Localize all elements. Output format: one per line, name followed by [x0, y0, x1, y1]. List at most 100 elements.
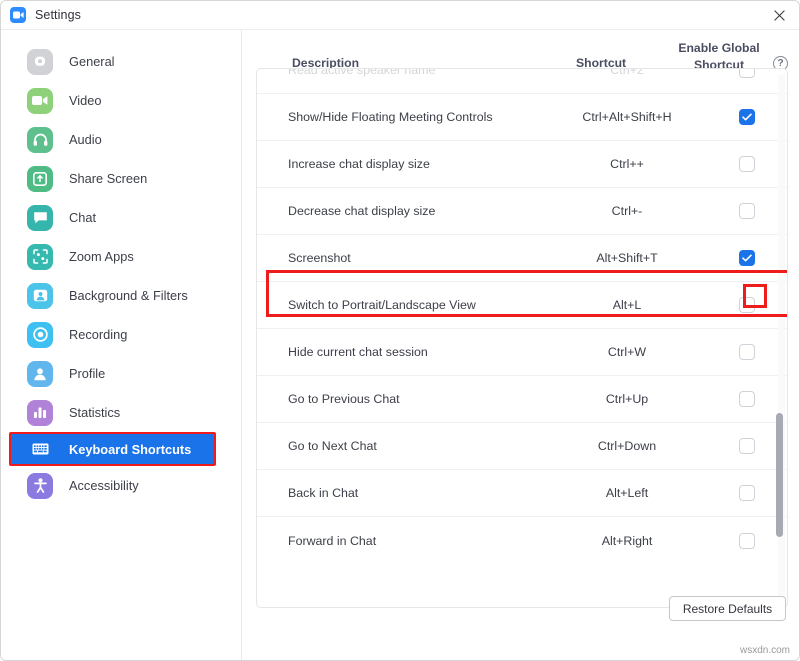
- record-icon: [27, 322, 53, 348]
- zoom-video-icon: [10, 7, 26, 23]
- shortcut-keys: Ctrl+Alt+Shift+H: [547, 110, 707, 124]
- shortcut-keys: Alt+Left: [547, 486, 707, 500]
- shortcut-description: Increase chat display size: [288, 157, 430, 171]
- enable-global-shortcut-cell: [734, 109, 760, 125]
- sidebar-item-statistics[interactable]: Statistics: [9, 393, 233, 432]
- keyboard-shortcuts-panel: Description Shortcut Enable Global Short…: [242, 30, 800, 661]
- keyboard-icon: [27, 436, 53, 462]
- scrollbar-thumb[interactable]: [776, 413, 783, 537]
- shortcut-keys: Alt+Shift+T: [547, 251, 707, 265]
- checkbox-unchecked-icon[interactable]: [739, 344, 755, 360]
- shortcut-keys: Ctrl+Up: [547, 392, 707, 406]
- apps-icon: [27, 244, 53, 270]
- table-row[interactable]: Show/Hide Floating Meeting Controls Ctrl+…: [257, 94, 788, 141]
- enable-global-shortcut-cell: [734, 533, 760, 549]
- checkbox-unchecked-icon[interactable]: [739, 68, 755, 78]
- sidebar-item-label: Accessibility: [69, 478, 139, 493]
- sidebar-item-general[interactable]: General: [9, 42, 233, 81]
- table-row[interactable]: Switch to Portrait/Landscape ViewAlt+L: [257, 282, 788, 329]
- shortcut-description: Hide current chat session: [288, 345, 428, 359]
- sidebar-item-chat[interactable]: Chat: [9, 198, 233, 237]
- enable-global-shortcut-cell: [734, 250, 760, 266]
- enable-global-shortcut-cell: [734, 438, 760, 454]
- table-row[interactable]: Go to Next Chat Ctrl+Down: [257, 423, 788, 470]
- shortcut-keys: Ctrl+Down: [547, 439, 707, 453]
- sidebar-item-label: Statistics: [69, 405, 120, 420]
- sidebar-item-label: Keyboard Shortcuts: [69, 442, 191, 457]
- sidebar-item-accessibility[interactable]: Accessibility: [9, 466, 233, 505]
- watermark: wsxdn.com: [740, 645, 790, 656]
- sidebar-item-zoom-apps[interactable]: Zoom Apps: [9, 237, 233, 276]
- checkbox-unchecked-icon[interactable]: [739, 485, 755, 501]
- shortcut-description: Switch to Portrait/Landscape View: [288, 298, 476, 312]
- sidebar-item-profile[interactable]: Profile: [9, 354, 233, 393]
- person-icon: [27, 361, 53, 387]
- shortcut-description: Decrease chat display size: [288, 204, 435, 218]
- sidebar-item-label: Audio: [69, 132, 102, 147]
- checkbox-checked-icon[interactable]: [739, 109, 755, 125]
- sidebar-item-recording[interactable]: Recording: [9, 315, 233, 354]
- table-row[interactable]: Read active speaker nameCtrl+2: [257, 68, 788, 94]
- accessibility-icon: [27, 473, 53, 499]
- sidebar-item-share-screen[interactable]: Share Screen: [9, 159, 233, 198]
- sidebar-item-background-filters[interactable]: Background & Filters: [9, 276, 233, 315]
- gear-icon: [27, 49, 53, 75]
- close-icon[interactable]: [757, 1, 800, 29]
- table-row[interactable]: Screenshot Alt+Shift+T: [257, 235, 788, 282]
- shortcut-keys: Ctrl+W: [547, 345, 707, 359]
- video-icon: [27, 88, 53, 114]
- sidebar-item-label: Profile: [69, 366, 105, 381]
- enable-global-shortcut-cell: [734, 68, 760, 78]
- enable-global-shortcut-cell: [734, 156, 760, 172]
- person-frame-icon: [27, 283, 53, 309]
- table-row[interactable]: Decrease chat display size Ctrl+-: [257, 188, 788, 235]
- settings-window: Settings General Video Audio Share Screen Ch…: [0, 0, 800, 661]
- screenshot-checkbox-highlight: [743, 284, 767, 308]
- title-bar: Settings: [1, 1, 800, 30]
- table-row[interactable]: Forward in Chat Alt+Right: [257, 517, 788, 564]
- shortcut-description: Show/Hide Floating Meeting Controls: [288, 110, 493, 124]
- sidebar-item-label: Recording: [69, 327, 127, 342]
- sidebar-item-keyboard-shortcuts[interactable]: Keyboard Shortcuts: [9, 432, 216, 466]
- enable-global-line1: Enable Global: [678, 41, 759, 55]
- enable-global-shortcut-cell: [734, 391, 760, 407]
- headphones-icon: [27, 127, 53, 153]
- shortcuts-list[interactable]: Read active speaker nameCtrl+2Show/Hide …: [256, 68, 788, 608]
- checkbox-unchecked-icon[interactable]: [739, 203, 755, 219]
- shortcut-description: Go to Next Chat: [288, 439, 377, 453]
- sidebar-item-label: Video: [69, 93, 102, 108]
- restore-defaults-button[interactable]: Restore Defaults: [669, 596, 786, 621]
- table-row[interactable]: Go to Previous Chat Ctrl+Up: [257, 376, 788, 423]
- enable-global-shortcut-cell: [734, 485, 760, 501]
- table-row[interactable]: Hide current chat session Ctrl+W: [257, 329, 788, 376]
- checkbox-unchecked-icon[interactable]: [739, 156, 755, 172]
- shortcut-description: Forward in Chat: [288, 534, 376, 548]
- checkbox-unchecked-icon[interactable]: [739, 391, 755, 407]
- chat-bubble-icon: [27, 205, 53, 231]
- shortcut-keys: Ctrl++: [547, 157, 707, 171]
- checkbox-checked-icon[interactable]: [739, 250, 755, 266]
- sidebar-item-video[interactable]: Video: [9, 81, 233, 120]
- checkbox-unchecked-icon[interactable]: [739, 438, 755, 454]
- sidebar-item-label: General: [69, 54, 115, 69]
- shortcut-keys: Ctrl+2: [547, 68, 707, 77]
- checkbox-unchecked-icon[interactable]: [739, 533, 755, 549]
- sidebar-item-audio[interactable]: Audio: [9, 120, 233, 159]
- enable-global-shortcut-cell: [734, 344, 760, 360]
- sidebar-item-label: Background & Filters: [69, 288, 188, 303]
- sidebar-item-label: Share Screen: [69, 171, 147, 186]
- settings-sidebar: General Video Audio Share Screen Chat Zoom Ap…: [1, 30, 242, 661]
- shortcut-description: Screenshot: [288, 251, 351, 265]
- upload-icon: [27, 166, 53, 192]
- table-row[interactable]: Back in ChatAlt+Left: [257, 470, 788, 517]
- table-row[interactable]: Increase chat display size Ctrl++: [257, 141, 788, 188]
- sidebar-item-label: Chat: [69, 210, 96, 225]
- sidebar-item-label: Zoom Apps: [69, 249, 134, 264]
- shortcut-keys: Ctrl+-: [547, 204, 707, 218]
- shortcut-description: Go to Previous Chat: [288, 392, 400, 406]
- bar-chart-icon: [27, 400, 53, 426]
- window-title: Settings: [35, 8, 81, 22]
- scrollbar-track[interactable]: [778, 75, 785, 603]
- shortcut-keys: Alt+Right: [547, 534, 707, 548]
- enable-global-shortcut-cell: [734, 203, 760, 219]
